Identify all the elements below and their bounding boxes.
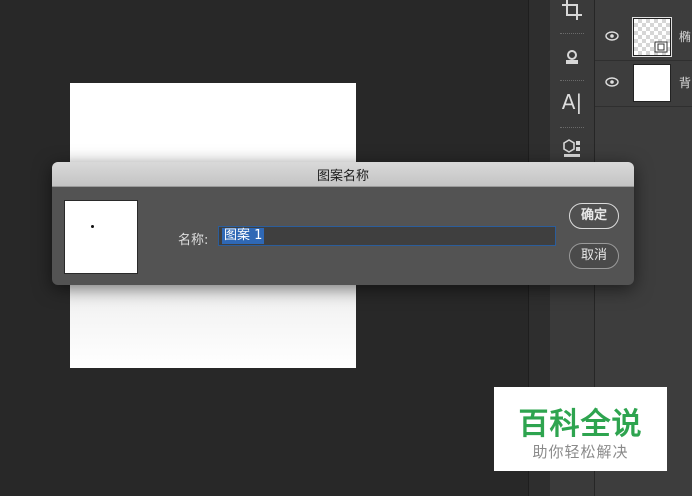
dialog-titlebar[interactable]: 图案名称 — [52, 162, 634, 187]
watermark-logo: 百科全说 助你轻松解决 — [494, 387, 667, 471]
layer-name: 背 — [679, 76, 692, 90]
pattern-name-value[interactable]: 图案 1 — [222, 228, 265, 244]
eye-icon[interactable] — [605, 77, 619, 87]
pattern-name-dialog: 图案名称 名称: 图案 1 确定 取消 — [52, 162, 634, 285]
type-tool[interactable]: A| — [556, 86, 588, 118]
cube-icon — [563, 139, 580, 157]
pattern-dot — [91, 225, 94, 228]
crop-tool-icon[interactable] — [556, 0, 588, 26]
eye-icon[interactable] — [605, 31, 619, 41]
crop-icon — [562, 0, 582, 20]
watermark-title: 百科全说 — [518, 407, 643, 442]
stamp-tool-icon[interactable] — [556, 42, 588, 74]
dialog-title: 图案名称 — [316, 169, 369, 184]
cancel-button[interactable]: 取消 — [569, 243, 619, 269]
tool-separator — [560, 80, 584, 81]
watermark-subtitle: 助你轻松解决 — [532, 443, 629, 461]
name-label: 名称: — [178, 233, 209, 248]
pattern-name-input[interactable]: 图案 1 — [218, 226, 556, 246]
layer-thumbnail[interactable] — [633, 64, 671, 102]
layer-row[interactable]: 背 — [595, 60, 692, 107]
layer-name: 椭 — [679, 30, 692, 44]
ok-button[interactable]: 确定 — [569, 203, 619, 229]
tool-separator — [560, 33, 584, 34]
smart-object-icon — [654, 41, 668, 53]
type-tool-label: A| — [561, 90, 583, 114]
tool-separator — [560, 127, 584, 128]
layer-thumbnail[interactable] — [632, 17, 672, 57]
clone-stamp-icon — [566, 50, 578, 64]
pattern-preview — [64, 200, 138, 274]
3d-tool-icon[interactable] — [556, 132, 588, 164]
layer-row[interactable]: 椭 — [595, 14, 692, 61]
